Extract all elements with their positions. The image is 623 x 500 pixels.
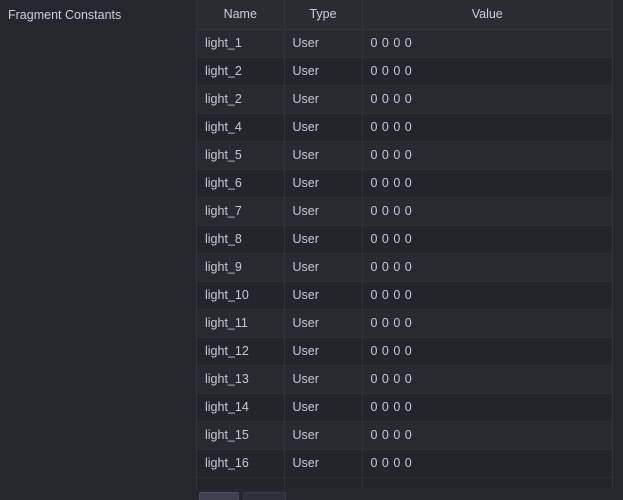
column-header-type[interactable]: Type	[284, 0, 363, 30]
table-row[interactable]: light_10 User 0 0 0 0	[197, 281, 612, 310]
cell-name[interactable]: light_11	[197, 309, 285, 338]
cell-value[interactable]: 0 0 0 0	[362, 169, 612, 198]
cell-value[interactable]: 0 0 0 0	[362, 253, 612, 282]
cell-type[interactable]: User	[284, 29, 363, 58]
cell-type[interactable]: User	[284, 169, 363, 198]
table-row[interactable]: light_1 User 0 0 0 0	[197, 29, 612, 58]
cell-name[interactable]: light_6	[197, 169, 285, 198]
cell-value[interactable]: 0 0 0 0	[362, 309, 612, 338]
cell-name[interactable]: light_2	[197, 85, 285, 114]
table-header: Name Type Value	[197, 0, 612, 30]
cell-value[interactable]: 0 0 0 0	[362, 57, 612, 86]
cell-empty	[362, 477, 612, 489]
table-row[interactable]: light_4 User 0 0 0 0	[197, 113, 612, 142]
cell-type[interactable]: User	[284, 85, 363, 114]
cell-value[interactable]: 0 0 0 0	[362, 141, 612, 170]
cell-type[interactable]: User	[284, 281, 363, 310]
constants-table: Name Type Value light_1 User 0 0 0 0 light_…	[197, 0, 612, 489]
secondary-button[interactable]	[243, 492, 286, 500]
cell-name[interactable]: light_5	[197, 141, 285, 170]
table-row[interactable]: light_12 User 0 0 0 0	[197, 337, 612, 366]
cell-value[interactable]: 0 0 0 0	[362, 225, 612, 254]
cell-value[interactable]: 0 0 0 0	[362, 85, 612, 114]
cell-type[interactable]: User	[284, 449, 363, 478]
cell-value[interactable]: 0 0 0 0	[362, 113, 612, 142]
table-row[interactable]: light_9 User 0 0 0 0	[197, 253, 612, 282]
cell-type[interactable]: User	[284, 337, 363, 366]
column-header-value[interactable]: Value	[362, 0, 612, 30]
cell-name[interactable]: light_15	[197, 421, 285, 450]
cell-empty	[197, 477, 285, 489]
table-row[interactable]: light_6 User 0 0 0 0	[197, 169, 612, 198]
primary-button[interactable]	[199, 492, 239, 500]
cell-name[interactable]: light_14	[197, 393, 285, 422]
table-row-empty[interactable]	[197, 477, 612, 489]
cell-type[interactable]: User	[284, 113, 363, 142]
cell-type[interactable]: User	[284, 253, 363, 282]
table-row[interactable]: light_16 User 0 0 0 0	[197, 449, 612, 478]
cell-type[interactable]: User	[284, 421, 363, 450]
cell-value[interactable]: 0 0 0 0	[362, 449, 612, 478]
cell-name[interactable]: light_7	[197, 197, 285, 226]
table-body: light_1 User 0 0 0 0 light_2 User 0 0 0 0 ligh…	[197, 29, 612, 489]
cell-type[interactable]: User	[284, 225, 363, 254]
cell-value[interactable]: 0 0 0 0	[362, 337, 612, 366]
cell-name[interactable]: light_2	[197, 57, 285, 86]
constants-table-container[interactable]: Name Type Value light_1 User 0 0 0 0 light_…	[196, 0, 613, 489]
cell-value[interactable]: 0 0 0 0	[362, 29, 612, 58]
cell-type[interactable]: User	[284, 365, 363, 394]
cell-name[interactable]: light_16	[197, 449, 285, 478]
page-title: Fragment Constants	[8, 8, 122, 22]
cell-value[interactable]: 0 0 0 0	[362, 393, 612, 422]
table-row[interactable]: light_2 User 0 0 0 0	[197, 57, 612, 86]
column-header-name[interactable]: Name	[197, 0, 285, 30]
table-row[interactable]: light_14 User 0 0 0 0	[197, 393, 612, 422]
cell-type[interactable]: User	[284, 141, 363, 170]
fragment-constants-panel: Fragment Constants Name Type Value light…	[0, 0, 623, 500]
left-panel: Fragment Constants	[0, 0, 196, 500]
cell-empty	[284, 477, 363, 489]
table-row[interactable]: light_5 User 0 0 0 0	[197, 141, 612, 170]
table-row[interactable]: light_11 User 0 0 0 0	[197, 309, 612, 338]
cell-name[interactable]: light_10	[197, 281, 285, 310]
cell-type[interactable]: User	[284, 57, 363, 86]
cell-type[interactable]: User	[284, 393, 363, 422]
table-row[interactable]: light_2 User 0 0 0 0	[197, 85, 612, 114]
cell-value[interactable]: 0 0 0 0	[362, 281, 612, 310]
cell-name[interactable]: light_4	[197, 113, 285, 142]
cell-value[interactable]: 0 0 0 0	[362, 365, 612, 394]
table-row[interactable]: light_15 User 0 0 0 0	[197, 421, 612, 450]
cell-value[interactable]: 0 0 0 0	[362, 421, 612, 450]
cell-type[interactable]: User	[284, 309, 363, 338]
cell-name[interactable]: light_12	[197, 337, 285, 366]
cell-value[interactable]: 0 0 0 0	[362, 197, 612, 226]
cell-name[interactable]: light_1	[197, 29, 285, 58]
table-row[interactable]: light_7 User 0 0 0 0	[197, 197, 612, 226]
cell-type[interactable]: User	[284, 197, 363, 226]
cell-name[interactable]: light_13	[197, 365, 285, 394]
button-bar	[196, 492, 613, 500]
cell-name[interactable]: light_9	[197, 253, 285, 282]
cell-name[interactable]: light_8	[197, 225, 285, 254]
table-row[interactable]: light_13 User 0 0 0 0	[197, 365, 612, 394]
table-row[interactable]: light_8 User 0 0 0 0	[197, 225, 612, 254]
table-header-row: Name Type Value	[197, 0, 612, 30]
